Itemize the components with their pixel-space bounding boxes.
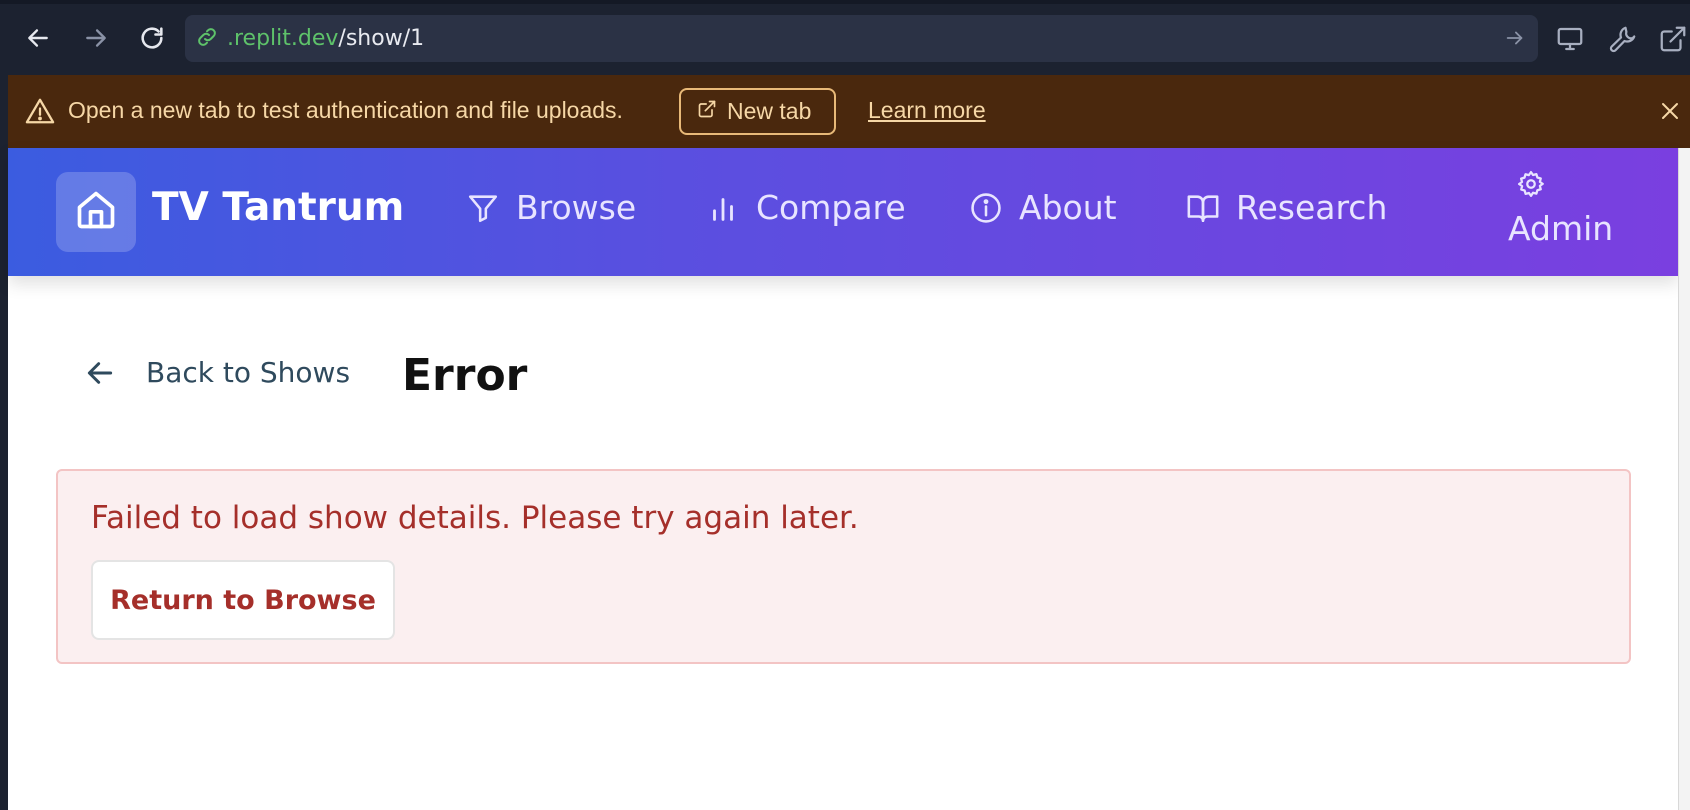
url-path: /show/1 [338, 26, 425, 51]
nav-compare-label: Compare [756, 188, 906, 227]
return-to-browse-button[interactable]: Return to Browse [91, 560, 395, 640]
home-icon [74, 188, 118, 236]
nav-about-label: About [1019, 188, 1117, 227]
learn-more-link[interactable]: Learn more [868, 97, 986, 124]
notification-banner: Open a new tab to test authentication an… [8, 75, 1690, 148]
scrollbar[interactable] [1678, 148, 1690, 810]
address-bar[interactable]: .replit.dev/show/1 [185, 15, 1538, 62]
filter-icon [466, 191, 500, 225]
nav-admin[interactable]: Admin [1508, 168, 1613, 248]
external-link-icon[interactable] [1656, 22, 1690, 56]
home-logo[interactable] [56, 172, 136, 252]
new-tab-label: New tab [727, 98, 812, 124]
gear-icon [1516, 168, 1546, 207]
link-icon [195, 25, 219, 53]
back-to-shows-link[interactable]: Back to Shows [84, 356, 350, 389]
nav-browse[interactable]: Browse [466, 188, 636, 227]
book-icon [1186, 191, 1220, 225]
close-icon[interactable] [1658, 99, 1682, 127]
error-alert: Failed to load show details. Please try … [56, 469, 1631, 664]
nav-research-label: Research [1236, 188, 1388, 227]
bar-chart-icon [706, 191, 740, 225]
nav-admin-label: Admin [1508, 209, 1614, 248]
nav-about[interactable]: About [969, 188, 1117, 227]
nav-compare[interactable]: Compare [706, 188, 906, 227]
go-arrow-icon[interactable] [1504, 27, 1526, 53]
nav-browse-label: Browse [516, 188, 637, 227]
back-arrow-icon[interactable] [22, 22, 54, 54]
wrench-icon[interactable] [1606, 22, 1640, 56]
warning-icon [25, 97, 55, 129]
back-to-shows-label: Back to Shows [146, 356, 351, 389]
info-icon [969, 191, 1003, 225]
brand-title[interactable]: TV Tantrum [152, 185, 404, 230]
url-text: .replit.dev/show/1 [227, 26, 424, 51]
url-domain: .replit.dev [227, 26, 339, 51]
page-title: Error [402, 350, 528, 401]
forward-arrow-icon[interactable] [80, 22, 112, 54]
browser-toolbar: .replit.dev/show/1 [0, 0, 1690, 75]
arrow-left-icon [84, 357, 116, 389]
new-tab-button[interactable]: New tab [679, 88, 836, 135]
nav-research[interactable]: Research [1186, 188, 1387, 227]
app-header: TV Tantrum Browse Compare About Research [8, 148, 1678, 276]
external-link-icon [697, 98, 717, 125]
error-message: Failed to load show details. Please try … [91, 500, 859, 536]
tab-strip-edge [0, 0, 1690, 4]
monitor-icon[interactable] [1553, 22, 1587, 56]
app-page: TV Tantrum Browse Compare About Research [8, 148, 1690, 810]
banner-message: Open a new tab to test authentication an… [68, 97, 623, 123]
reload-icon[interactable] [136, 22, 168, 54]
